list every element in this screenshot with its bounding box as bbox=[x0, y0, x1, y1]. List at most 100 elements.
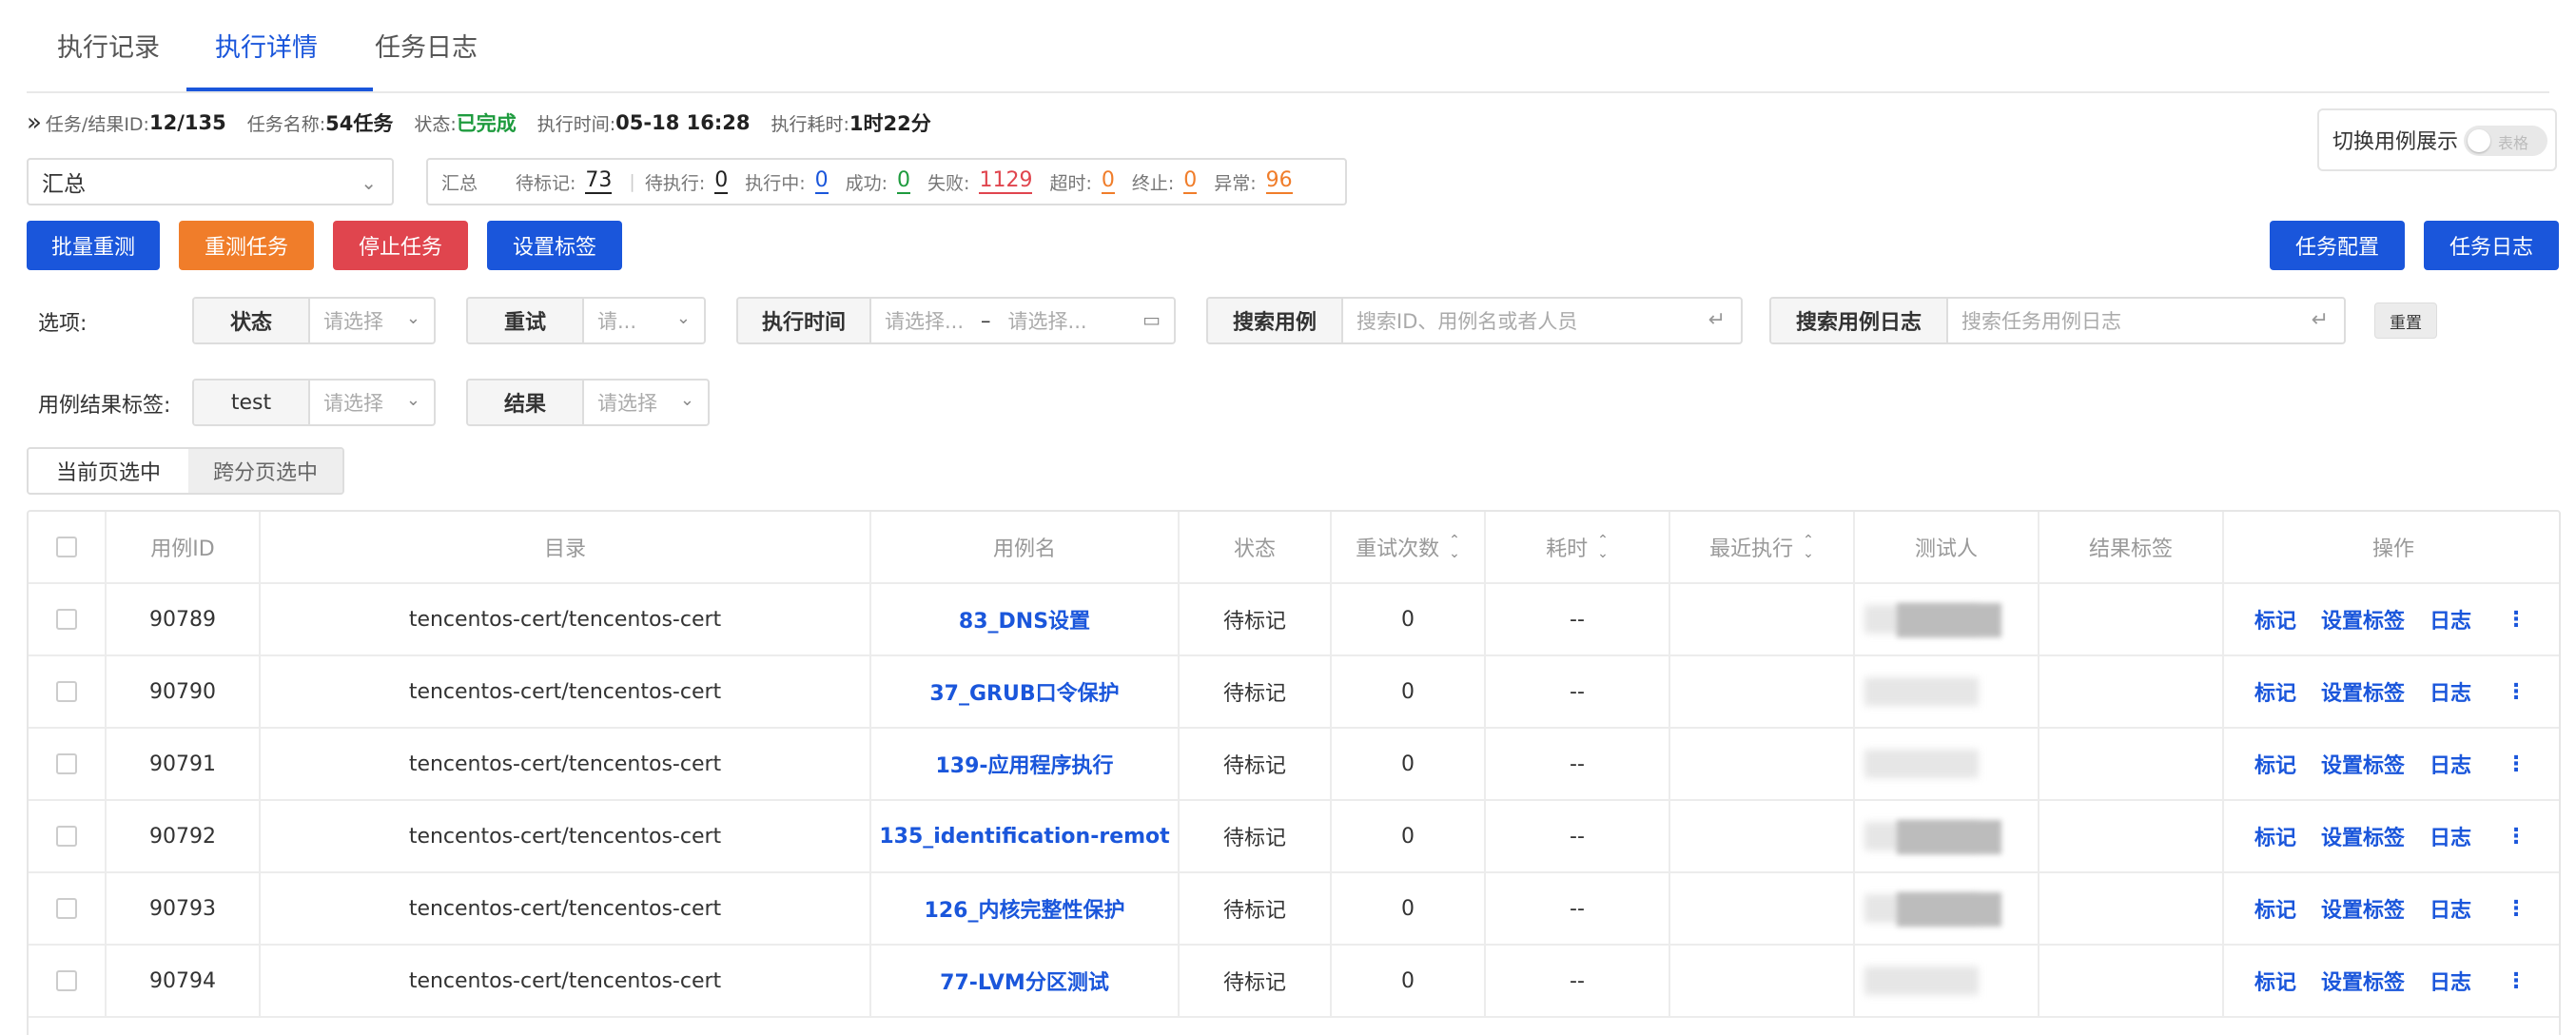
row-checkbox[interactable] bbox=[56, 826, 77, 847]
stat-value-running[interactable]: 0 bbox=[814, 169, 829, 194]
more-icon[interactable]: ⋮ bbox=[2506, 752, 2527, 776]
case-duration: -- bbox=[1570, 607, 1585, 632]
table-row: 90789 tencentos-cert/tencentos-cert 83_DNS… bbox=[29, 584, 2559, 656]
set-tag-link[interactable]: 设置标签 bbox=[2321, 749, 2405, 779]
last-exec-cell bbox=[1670, 584, 1855, 654]
exec-time-range-picker[interactable]: 请选择... – 请选择... ▭ bbox=[871, 299, 1174, 342]
search-log-input[interactable]: 搜索任务用例日志 ↵ bbox=[1948, 299, 2344, 342]
case-status: 待标记 bbox=[1222, 899, 1286, 923]
stop-task-button[interactable]: 停止任务 bbox=[333, 221, 468, 270]
search-case-log-filter[interactable]: 搜索用例日志 搜索任务用例日志 ↵ bbox=[1769, 297, 2346, 344]
status-filter-select[interactable]: 请选择 ⌄ bbox=[310, 299, 434, 342]
mark-link[interactable]: 标记 bbox=[2254, 821, 2296, 851]
sort-icon[interactable]: ⌃ ⌄ bbox=[1597, 534, 1609, 560]
stat-value-exception[interactable]: 96 bbox=[1265, 169, 1293, 194]
enter-icon: ↵ bbox=[1708, 308, 1726, 332]
row-checkbox[interactable] bbox=[56, 609, 77, 630]
result-tag-cell bbox=[2039, 801, 2224, 871]
header-duration-label: 耗时 bbox=[1546, 537, 1589, 561]
exec-time-end[interactable]: 请选择... bbox=[1008, 306, 1087, 335]
directory-cell: tencentos-cert/tencentos-cert bbox=[261, 729, 871, 799]
task-config-button[interactable]: 任务配置 bbox=[2270, 221, 2405, 270]
set-tag-link[interactable]: 设置标签 bbox=[2321, 821, 2405, 851]
case-name-cell: 37_GRUB口令保护 bbox=[871, 656, 1180, 727]
case-name-link[interactable]: 37_GRUB口令保护 bbox=[929, 676, 1119, 707]
reset-button[interactable]: 重置 bbox=[2374, 303, 2437, 339]
status-filter[interactable]: 状态 请选择 ⌄ bbox=[192, 297, 436, 344]
header-duration[interactable]: 耗时 ⌃ ⌄ bbox=[1486, 512, 1670, 582]
set-tag-button[interactable]: 设置标签 bbox=[487, 221, 622, 270]
test-tag-filter[interactable]: test 请选择 ⌄ bbox=[192, 379, 436, 426]
more-icon[interactable]: ⋮ bbox=[2506, 969, 2527, 993]
set-tag-link[interactable]: 设置标签 bbox=[2321, 966, 2405, 996]
duration-value: 1时22分 bbox=[849, 112, 931, 135]
log-link[interactable]: 日志 bbox=[2430, 749, 2471, 779]
more-icon[interactable]: ⋮ bbox=[2506, 825, 2527, 849]
result-filter[interactable]: 结果 请选择 ⌄ bbox=[466, 379, 710, 426]
log-link[interactable]: 日志 bbox=[2430, 893, 2471, 924]
header-retries[interactable]: 重试次数 ⌃ ⌄ bbox=[1332, 512, 1486, 582]
exec-time-start[interactable]: 请选择... bbox=[885, 306, 964, 335]
case-name-link[interactable]: 83_DNS设置 bbox=[959, 604, 1090, 635]
case-name-link[interactable]: 135_identification-remot bbox=[879, 825, 1169, 849]
stat-value-pending-exec[interactable]: 0 bbox=[714, 169, 729, 194]
task-log-button[interactable]: 任务日志 bbox=[2424, 221, 2559, 270]
tab-execution-details[interactable]: 执行详情 bbox=[215, 27, 318, 64]
tab-task-log[interactable]: 任务日志 bbox=[375, 27, 478, 64]
mark-link[interactable]: 标记 bbox=[2254, 966, 2296, 996]
case-name-link[interactable]: 139-应用程序执行 bbox=[935, 749, 1113, 779]
set-tag-link[interactable]: 设置标签 bbox=[2321, 676, 2405, 707]
batch-retest-button[interactable]: 批量重测 bbox=[27, 221, 160, 270]
row-checkbox[interactable] bbox=[56, 970, 77, 991]
stat-label-running: 执行中: bbox=[745, 172, 806, 194]
tab-execution-records[interactable]: 执行记录 bbox=[57, 27, 160, 64]
exec-time-filter[interactable]: 执行时间 请选择... – 请选择... ▭ bbox=[736, 297, 1176, 344]
header-last-exec[interactable]: 最近执行 ⌃ ⌄ bbox=[1670, 512, 1855, 582]
stat-value-success[interactable]: 0 bbox=[897, 169, 911, 194]
test-tag-filter-select[interactable]: 请选择 ⌄ bbox=[310, 381, 434, 424]
log-link[interactable]: 日志 bbox=[2430, 821, 2471, 851]
search-case-filter[interactable]: 搜索用例 搜索ID、用例名或者人员 ↵ bbox=[1206, 297, 1743, 344]
double-chevron-icon[interactable]: » bbox=[27, 108, 42, 137]
mark-link[interactable]: 标记 bbox=[2254, 604, 2296, 635]
mark-link[interactable]: 标记 bbox=[2254, 749, 2296, 779]
sort-icon[interactable]: ⌃ ⌄ bbox=[1803, 534, 1814, 560]
directory-cell: tencentos-cert/tencentos-cert bbox=[261, 801, 871, 871]
row-checkbox[interactable] bbox=[56, 753, 77, 774]
stat-value-terminated[interactable]: 0 bbox=[1183, 169, 1198, 194]
cross-page-select-button[interactable]: 跨分页选中 bbox=[188, 449, 342, 493]
case-name-link[interactable]: 126_内核完整性保护 bbox=[925, 893, 1125, 924]
stat-value-pending-mark[interactable]: 73 bbox=[585, 169, 613, 194]
exec-time-filter-name: 执行时间 bbox=[738, 299, 871, 342]
row-checkbox[interactable] bbox=[56, 898, 77, 919]
result-tag-label: 用例结果标签: bbox=[38, 394, 171, 418]
more-icon[interactable]: ⋮ bbox=[2506, 680, 2527, 704]
sort-icon[interactable]: ⌃ ⌄ bbox=[1449, 534, 1460, 560]
mark-link[interactable]: 标记 bbox=[2254, 676, 2296, 707]
display-mode-switch[interactable]: 表格 bbox=[2464, 126, 2547, 156]
more-icon[interactable]: ⋮ bbox=[2506, 897, 2527, 921]
mark-link[interactable]: 标记 bbox=[2254, 893, 2296, 924]
case-name-link[interactable]: 77-LVM分区测试 bbox=[940, 966, 1109, 996]
log-link[interactable]: 日志 bbox=[2430, 604, 2471, 635]
chevron-down-icon: ⌄ bbox=[675, 308, 691, 328]
log-link[interactable]: 日志 bbox=[2430, 676, 2471, 707]
retry-filter-select[interactable]: 请... ⌄ bbox=[584, 299, 704, 342]
stat-value-timeout[interactable]: 0 bbox=[1101, 169, 1115, 194]
tester-cell bbox=[1855, 584, 2039, 654]
case-id: 90791 bbox=[149, 752, 216, 776]
retest-task-button[interactable]: 重测任务 bbox=[179, 221, 314, 270]
result-filter-select[interactable]: 请选择 ⌄ bbox=[584, 381, 708, 424]
log-link[interactable]: 日志 bbox=[2430, 966, 2471, 996]
last-exec-cell bbox=[1670, 873, 1855, 944]
summary-select[interactable]: 汇总 ⌄ bbox=[27, 158, 394, 205]
row-checkbox[interactable] bbox=[56, 681, 77, 702]
search-case-input[interactable]: 搜索ID、用例名或者人员 ↵ bbox=[1343, 299, 1741, 342]
more-icon[interactable]: ⋮ bbox=[2506, 608, 2527, 632]
retry-filter[interactable]: 重试 请... ⌄ bbox=[466, 297, 706, 344]
stat-value-failed[interactable]: 1129 bbox=[979, 169, 1033, 194]
current-page-select-button[interactable]: 当前页选中 bbox=[29, 449, 188, 493]
set-tag-link[interactable]: 设置标签 bbox=[2321, 893, 2405, 924]
select-all-checkbox[interactable] bbox=[56, 537, 77, 557]
set-tag-link[interactable]: 设置标签 bbox=[2321, 604, 2405, 635]
